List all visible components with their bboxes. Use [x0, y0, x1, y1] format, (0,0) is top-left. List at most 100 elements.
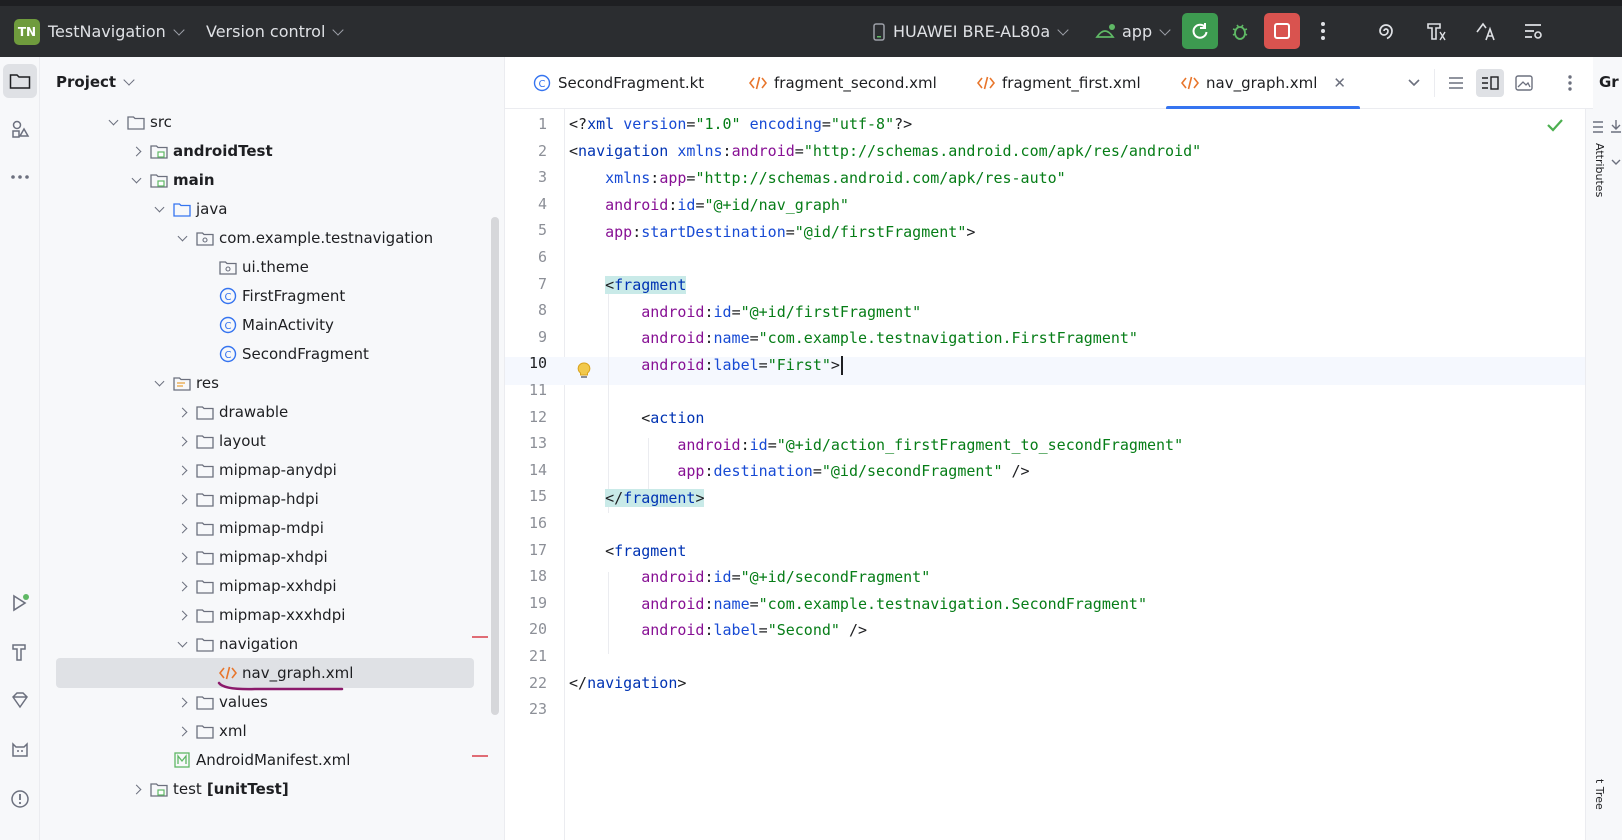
no-problems-check-icon[interactable] — [1546, 118, 1564, 132]
close-icon[interactable]: ✕ — [1333, 74, 1346, 92]
tab-fragment-second-xml[interactable]: fragment_second.xml — [748, 57, 937, 109]
debug-button[interactable] — [1222, 13, 1258, 49]
tree-item[interactable]: mipmap-anydpi — [56, 455, 474, 485]
project-switcher[interactable]: TN TestNavigation — [14, 6, 185, 57]
line-number: 3 — [537, 168, 547, 187]
run-tool-button[interactable] — [0, 583, 40, 623]
tree-item[interactable]: C FirstFragment — [56, 281, 474, 311]
tab-secondfragment-kt[interactable]: C SecondFragment.kt — [532, 57, 704, 109]
phone-icon — [873, 22, 885, 41]
tree-item[interactable]: navigation — [56, 629, 474, 659]
code-line-18: android:id="@+id/secondFragment" — [641, 568, 931, 586]
tree-item[interactable]: androidTest — [56, 136, 474, 166]
tree-item[interactable]: test [unitTest] — [56, 774, 474, 804]
chevron-right-icon[interactable] — [173, 519, 191, 537]
logcat-tool-button[interactable] — [0, 729, 40, 769]
problems-tool-button[interactable] — [0, 779, 40, 819]
tree-item-label: test — [173, 780, 202, 798]
project-scrollbar[interactable] — [491, 217, 499, 715]
tree-item[interactable]: ui.theme — [56, 252, 474, 282]
stop-button[interactable] — [1264, 13, 1300, 49]
lightbulb-icon[interactable] — [575, 361, 593, 381]
tree-item[interactable]: src — [56, 107, 474, 137]
project-view-selector[interactable]: Project — [56, 73, 135, 91]
chevron-right-icon[interactable] — [173, 548, 191, 566]
chevron-right-icon[interactable] — [127, 142, 145, 160]
kotlin-class-icon: C — [218, 286, 238, 306]
right-tool-strip: Attributes t Tree — [1585, 109, 1622, 840]
chevron-right-icon[interactable] — [173, 606, 191, 624]
line-number: 13 — [528, 434, 547, 453]
tab-label: nav_graph.xml — [1206, 74, 1318, 92]
chevron-right-icon[interactable] — [127, 780, 145, 798]
attributes-toggle-icon[interactable] — [1591, 119, 1605, 135]
tree-item[interactable]: C SecondFragment — [56, 339, 474, 369]
device-name: HUAWEI BRE-AL80a — [893, 22, 1051, 41]
tab-fragment-first-xml[interactable]: fragment_first.xml — [976, 57, 1141, 109]
device-selector[interactable]: HUAWEI BRE-AL80a — [872, 6, 1069, 57]
folder-icon — [195, 721, 215, 741]
chevron-right-icon[interactable] — [173, 403, 191, 421]
tree-item-label: src — [150, 113, 172, 131]
split-view-button[interactable] — [1476, 69, 1504, 97]
tree-item[interactable]: java — [56, 194, 474, 224]
translate-button[interactable] — [1467, 13, 1503, 49]
tree-item[interactable]: layout — [56, 426, 474, 456]
chevron-down-icon[interactable] — [127, 171, 145, 189]
chevron-right-icon[interactable] — [173, 693, 191, 711]
design-view-button[interactable] — [1510, 69, 1538, 97]
svg-text:C: C — [225, 321, 232, 332]
settings-list-button[interactable] — [1515, 13, 1551, 49]
chevron-down-icon[interactable] — [173, 229, 191, 247]
chevron-right-icon[interactable] — [173, 490, 191, 508]
chevron-down-icon[interactable] — [1610, 157, 1622, 167]
build-tool-button[interactable] — [0, 632, 40, 672]
tab-label: fragment_first.xml — [1002, 74, 1141, 92]
tree-item[interactable]: mipmap-hdpi — [56, 484, 474, 514]
tree-item[interactable]: res — [56, 368, 474, 398]
ai-assistant-button[interactable] — [1368, 13, 1404, 49]
component-tree-panel-tab[interactable]: t Tree — [1593, 779, 1606, 810]
chevron-right-icon[interactable] — [173, 432, 191, 450]
hammer-icon — [1427, 23, 1446, 41]
tree-item[interactable]: xml — [56, 716, 474, 746]
editor-more-button[interactable] — [1556, 69, 1584, 97]
chevron-down-icon[interactable] — [150, 374, 168, 392]
line-number: 16 — [528, 514, 547, 532]
chevron-right-icon[interactable] — [173, 577, 191, 595]
more-tools-button[interactable] — [0, 157, 40, 197]
tree-item[interactable]: C MainActivity — [56, 310, 474, 340]
version-control-menu[interactable]: Version control — [206, 6, 345, 57]
tree-item[interactable]: mipmap-xxxhdpi — [56, 600, 474, 630]
tree-item[interactable]: AndroidManifest.xml — [56, 745, 474, 775]
chevron-right-icon[interactable] — [173, 722, 191, 740]
project-tool-button[interactable] — [3, 64, 37, 98]
gemini-tool-button[interactable] — [0, 680, 40, 720]
chevron-right-icon[interactable] — [173, 461, 191, 479]
tab-nav-graph-xml[interactable]: nav_graph.xml ✕ — [1166, 57, 1360, 110]
chevron-down-icon[interactable] — [104, 113, 122, 131]
attributes-panel-tab[interactable]: Attributes — [1593, 143, 1606, 197]
download-icon[interactable] — [1610, 119, 1622, 133]
tree-item[interactable]: mipmap-xxhdpi — [56, 571, 474, 601]
more-actions-button[interactable] — [1305, 13, 1341, 49]
code-view-button[interactable] — [1442, 69, 1470, 97]
tree-item[interactable]: mipmap-mdpi — [56, 513, 474, 543]
tree-item[interactable]: main — [56, 165, 474, 195]
rerun-button[interactable] — [1182, 13, 1218, 49]
chevron-down-icon[interactable] — [173, 635, 191, 653]
folder-icon — [195, 692, 215, 712]
run-config-selector[interactable]: app — [1094, 6, 1171, 57]
chevron-down-icon[interactable] — [150, 200, 168, 218]
tree-item-label: FirstFragment — [242, 287, 346, 305]
build-button[interactable] — [1418, 13, 1454, 49]
resource-manager-button[interactable] — [0, 109, 40, 149]
tree-item[interactable]: mipmap-xhdpi — [56, 542, 474, 572]
tree-item[interactable]: com.example.testnavigation — [56, 223, 474, 253]
image-icon — [1515, 75, 1533, 91]
tab-label: fragment_second.xml — [774, 74, 937, 92]
tab-list-button[interactable] — [1400, 69, 1428, 97]
tree-item[interactable]: drawable — [56, 397, 474, 427]
code-line-14: app:destination="@id/secondFragment" /> — [677, 462, 1030, 480]
